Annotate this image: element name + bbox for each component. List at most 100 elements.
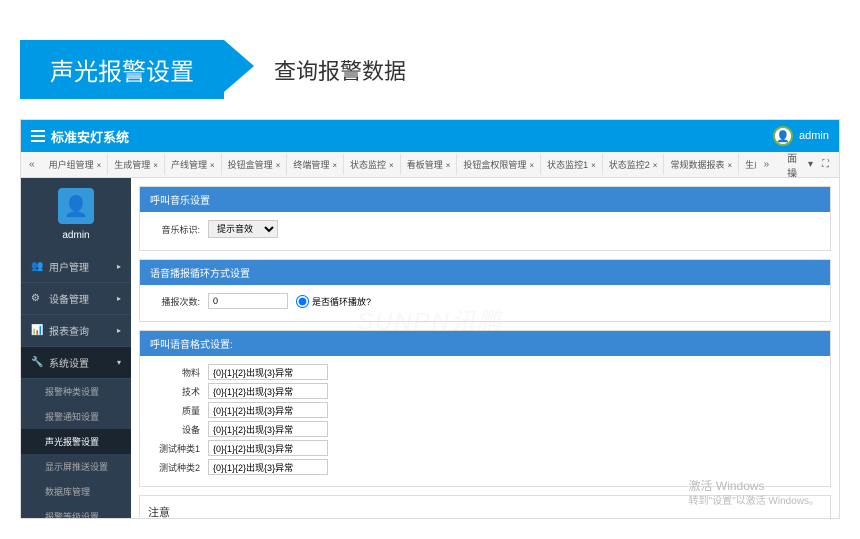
voice-row-label: 技术: [150, 385, 200, 398]
page-header-subtitle: 查询报警数据: [274, 54, 406, 86]
voice-row-label: 设备: [150, 423, 200, 436]
system-title-text: 标准安灯系统: [51, 127, 129, 146]
page-header: 声光报警设置 查询报警数据: [20, 40, 840, 99]
voice-format-input[interactable]: [208, 402, 328, 418]
tab[interactable]: 状态监控1×: [541, 154, 603, 175]
loop-label: 播报次数:: [150, 295, 200, 308]
top-bar: 标准安灯系统 admin: [21, 120, 839, 152]
voice-format-input[interactable]: [208, 421, 328, 437]
tab[interactable]: 常规数据报表×: [664, 154, 739, 175]
tab[interactable]: 产线管理×: [165, 154, 222, 175]
tabs-next-button[interactable]: »: [756, 159, 778, 170]
panel-loop: 语音播报循环方式设置 播报次数: 是否循环播放?: [139, 259, 831, 322]
main-content: 呼叫音乐设置 音乐标识: 提示音效 语音播报循环方式设置 播报次数:: [131, 178, 839, 518]
tab-more-dropdown[interactable]: 页面操作 ▾ ⛶: [777, 152, 839, 178]
username-text: admin: [799, 130, 829, 142]
loop-radio[interactable]: [296, 295, 309, 308]
sidebar-icon: ⚙: [31, 293, 43, 305]
voice-format-input[interactable]: [208, 364, 328, 380]
tab[interactable]: 状态监控×: [344, 154, 401, 175]
sidebar-username: admin: [31, 230, 121, 241]
voice-format-row: 质量: [150, 402, 820, 418]
voice-format-row: 物料: [150, 364, 820, 380]
sidebar-avatar-icon: [58, 188, 94, 224]
loop-count-input[interactable]: [208, 293, 288, 309]
page-header-title: 声光报警设置: [20, 40, 224, 99]
voice-row-label: 测试种类1: [150, 442, 200, 455]
voice-format-row: 测试种类1: [150, 440, 820, 456]
close-icon[interactable]: ×: [653, 161, 658, 170]
close-icon[interactable]: ×: [389, 161, 394, 170]
sidebar-item[interactable]: ⚙设备管理▸: [21, 283, 131, 315]
tab-more-label: 页面操作: [787, 152, 805, 178]
tab[interactable]: 投钮盒权限管理×: [457, 154, 541, 175]
panel-music: 呼叫音乐设置 音乐标识: 提示音效: [139, 186, 831, 251]
loop-radio-label: 是否循环播放?: [312, 295, 371, 308]
close-icon[interactable]: ×: [153, 161, 158, 170]
tab[interactable]: 用户组管理×: [43, 154, 109, 175]
voice-row-label: 测试种类2: [150, 461, 200, 474]
sidebar-subitem[interactable]: 数据库管理: [21, 479, 131, 504]
voice-row-label: 质量: [150, 404, 200, 417]
sidebar-icon: 📊: [31, 325, 43, 337]
tab[interactable]: 投钮盒管理×: [222, 154, 288, 175]
sidebar-item[interactable]: 📊报表查询▸: [21, 315, 131, 347]
sidebar: admin 👥用户管理▸⚙设备管理▸📊报表查询▸🔧系统设置▾ 报警种类设置报警通…: [21, 178, 131, 518]
panel-music-title: 呼叫音乐设置: [140, 187, 830, 212]
close-icon[interactable]: ×: [727, 161, 732, 170]
voice-row-label: 物料: [150, 366, 200, 379]
chevron-icon: ▸: [117, 326, 121, 335]
panel-loop-title: 语音播报循环方式设置: [140, 260, 830, 285]
voice-format-input[interactable]: [208, 383, 328, 399]
voice-format-row: 设备: [150, 421, 820, 437]
sidebar-icon: 👥: [31, 261, 43, 273]
close-icon[interactable]: ×: [591, 161, 596, 170]
menu-icon[interactable]: [31, 130, 45, 142]
system-title: 标准安灯系统: [31, 127, 129, 146]
tabs-bar: « 用户组管理×生成管理×产线管理×投钮盒管理×终端管理×状态监控×看板管理×投…: [21, 152, 839, 178]
sidebar-subitem[interactable]: 声光报警设置: [21, 429, 131, 454]
close-icon[interactable]: ×: [332, 161, 337, 170]
chevron-icon: ▸: [117, 262, 121, 271]
tab[interactable]: 终端管理×: [287, 154, 344, 175]
tabs-prev-button[interactable]: «: [21, 159, 43, 170]
sidebar-profile: admin: [21, 178, 131, 251]
close-icon[interactable]: ×: [97, 161, 102, 170]
tab[interactable]: 生成/产线异常报表×: [739, 154, 755, 175]
close-icon[interactable]: ×: [446, 161, 451, 170]
chevron-down-icon: ▾: [808, 159, 813, 170]
sidebar-subitem[interactable]: 显示屏推送设置: [21, 454, 131, 479]
chevron-icon: ▸: [117, 294, 121, 303]
sidebar-subitem[interactable]: 报警等级设置: [21, 504, 131, 518]
user-area[interactable]: admin: [773, 126, 829, 146]
sidebar-subitem[interactable]: 报警种类设置: [21, 379, 131, 404]
panel-voice: 呼叫语音格式设置: 物料技术质量设备测试种类1测试种类2: [139, 330, 831, 487]
tab[interactable]: 看板管理×: [401, 154, 458, 175]
sidebar-icon: 🔧: [31, 357, 43, 369]
chevron-icon: ▾: [117, 358, 121, 367]
close-icon[interactable]: ×: [210, 161, 215, 170]
close-icon[interactable]: ×: [276, 161, 281, 170]
sidebar-item[interactable]: 👥用户管理▸: [21, 251, 131, 283]
app-window: SUNPN讯鹏 标准安灯系统 admin « 用户组管理×生成管理×产线管理×投…: [20, 119, 840, 519]
tab[interactable]: 生成管理×: [108, 154, 165, 175]
sidebar-groups: 👥用户管理▸⚙设备管理▸📊报表查询▸🔧系统设置▾: [21, 251, 131, 379]
app-body: admin 👥用户管理▸⚙设备管理▸📊报表查询▸🔧系统设置▾ 报警种类设置报警通…: [21, 178, 839, 518]
close-icon[interactable]: ×: [529, 161, 534, 170]
voice-format-row: 技术: [150, 383, 820, 399]
windows-watermark: 激活 Windows 转到"设置"以激活 Windows。: [689, 479, 819, 508]
watermark-title: 激活 Windows: [689, 479, 819, 495]
watermark-sub: 转到"设置"以激活 Windows。: [689, 495, 819, 508]
tab[interactable]: 状态监控2×: [603, 154, 665, 175]
music-label: 音乐标识:: [150, 223, 200, 236]
tabs-container: 用户组管理×生成管理×产线管理×投钮盒管理×终端管理×状态监控×看板管理×投钮盒…: [43, 154, 756, 175]
voice-format-input[interactable]: [208, 440, 328, 456]
sidebar-subitem[interactable]: 报警通知设置: [21, 404, 131, 429]
music-select[interactable]: 提示音效: [208, 220, 278, 238]
voice-format-row: 测试种类2: [150, 459, 820, 475]
loop-radio-group[interactable]: 是否循环播放?: [296, 295, 371, 308]
voice-format-input[interactable]: [208, 459, 328, 475]
sidebar-submenu: 报警种类设置报警通知设置声光报警设置显示屏推送设置数据库管理报警等级设置邮件设置: [21, 379, 131, 518]
sidebar-item[interactable]: 🔧系统设置▾: [21, 347, 131, 379]
expand-icon[interactable]: ⛶: [822, 159, 829, 170]
